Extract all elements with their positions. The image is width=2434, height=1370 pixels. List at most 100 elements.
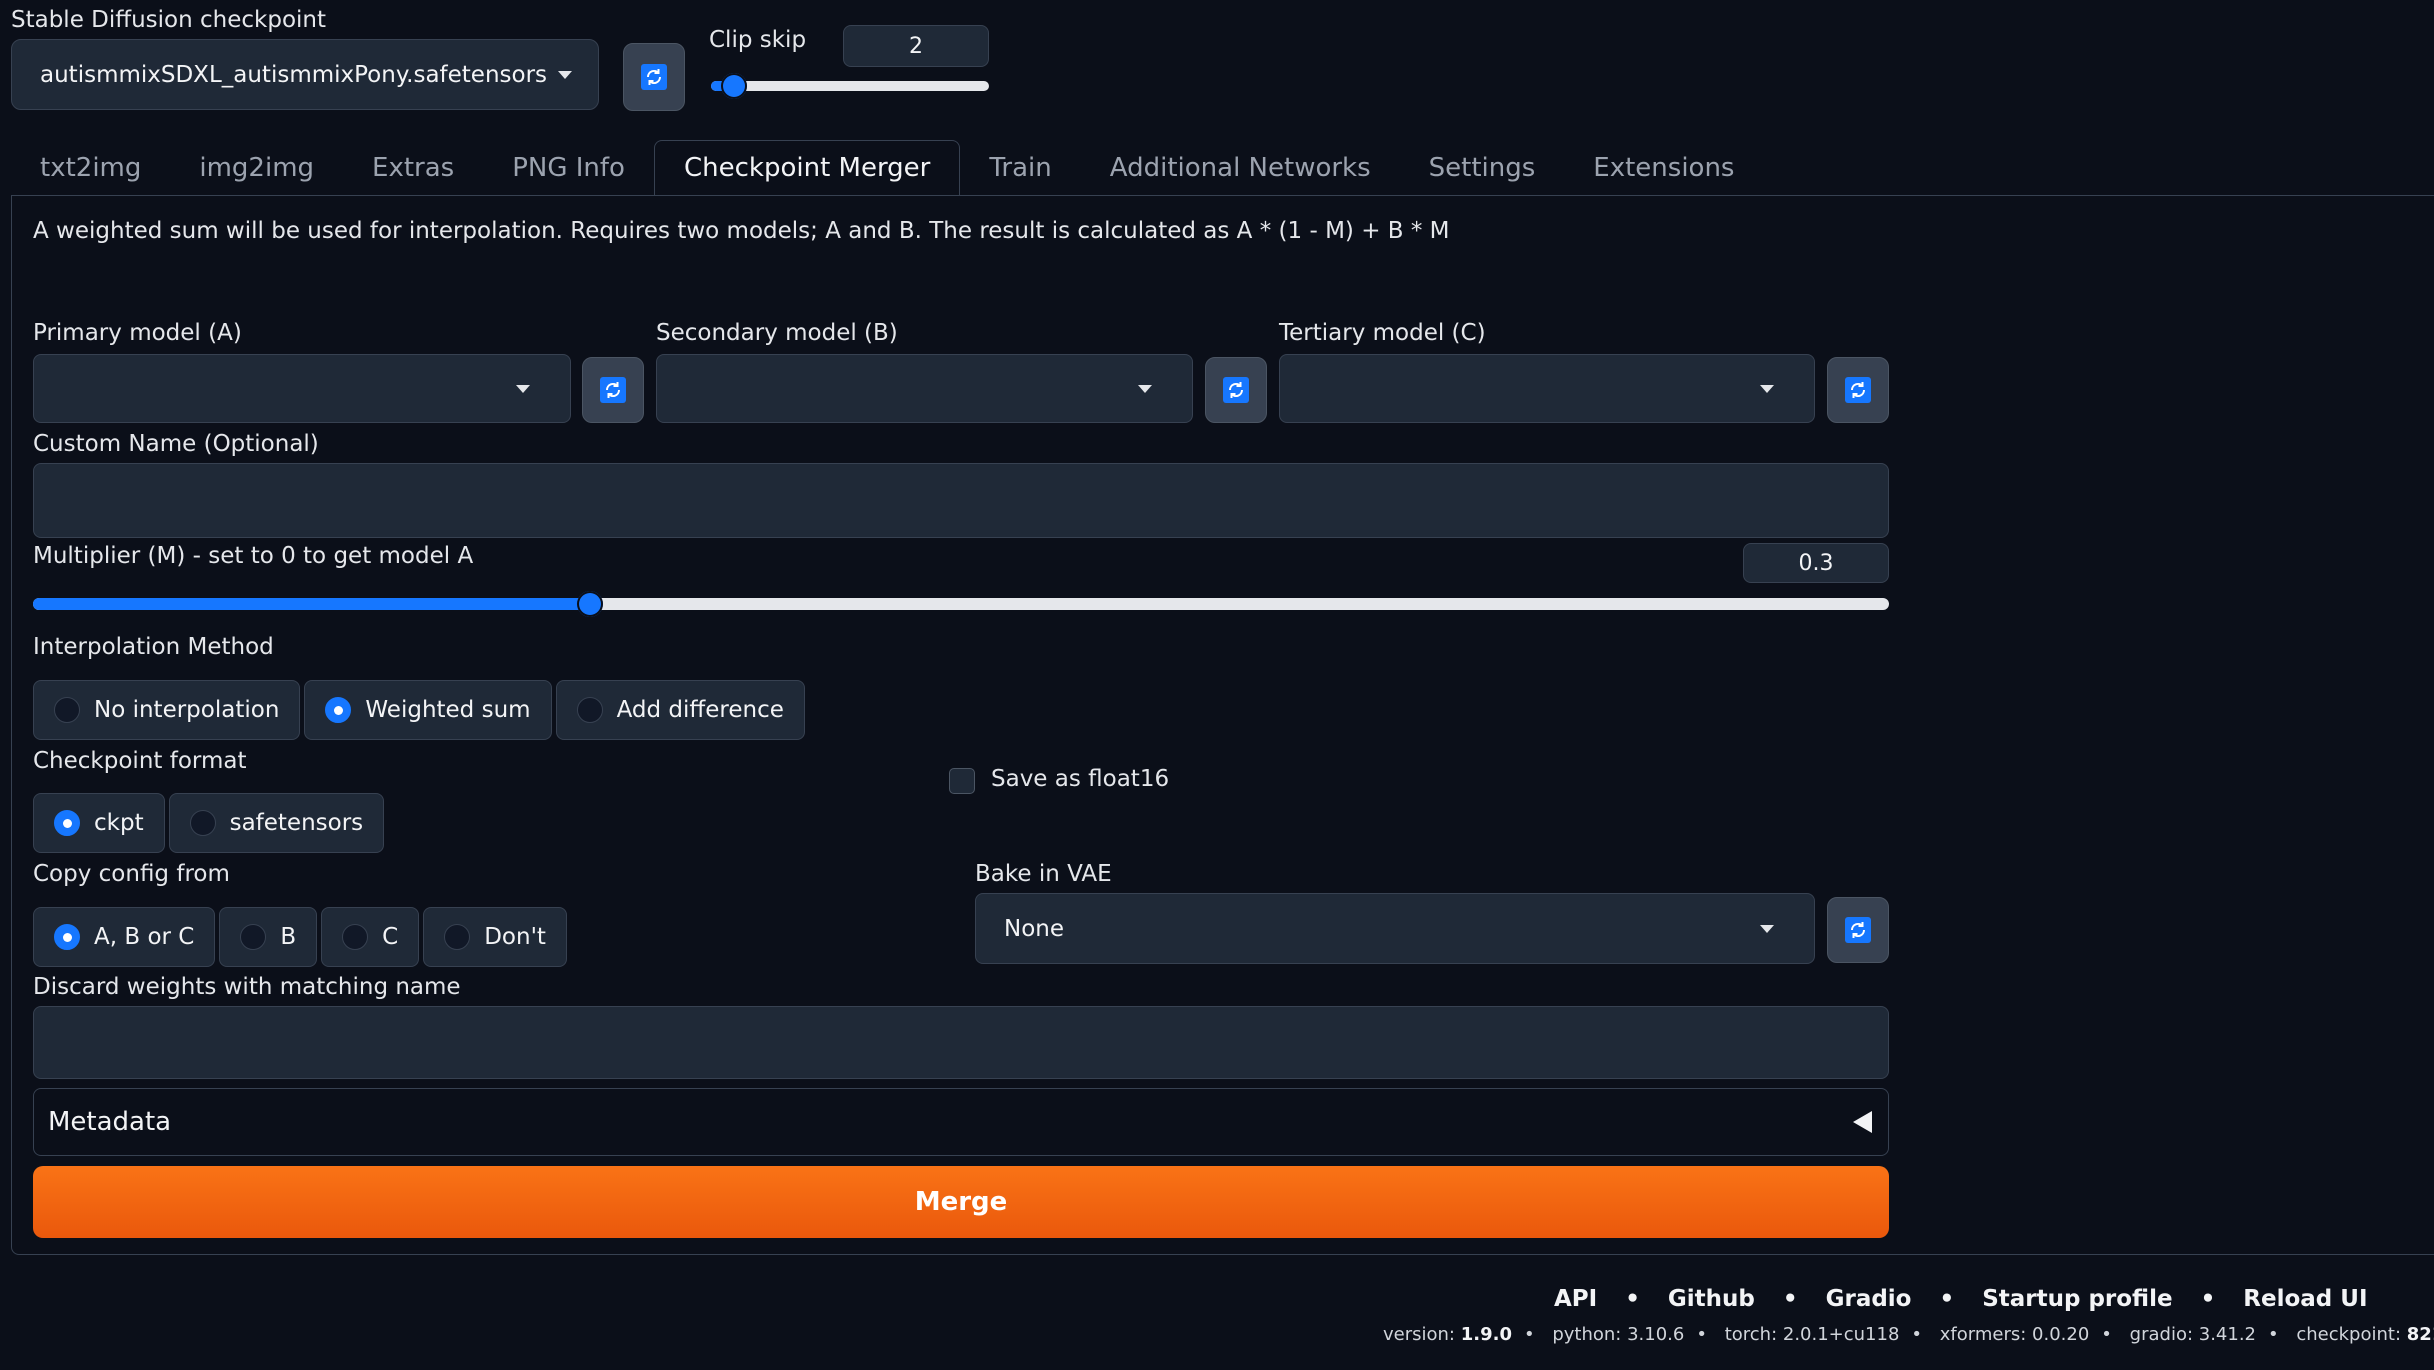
multiplier-fill — [33, 598, 590, 610]
checkpoint-hash-label: checkpoint: — [2296, 1324, 2407, 1345]
version-label: version: — [1383, 1324, 1461, 1345]
torch-version: torch: 2.0.1+cu118 — [1724, 1324, 1900, 1345]
footer-separator: • — [1696, 1324, 1707, 1345]
interp-option-label: No interpolation — [94, 697, 280, 723]
copy-option-label: B — [280, 924, 297, 950]
clip-skip-number[interactable]: 2 — [843, 25, 989, 67]
refresh-tertiary-button[interactable] — [1827, 357, 1889, 423]
refresh-icon — [1845, 377, 1871, 403]
footer-separator: • — [1523, 1324, 1535, 1345]
interp-option-add-difference[interactable]: Add difference — [555, 680, 805, 740]
footer-separator: • — [1939, 1286, 1955, 1312]
footer-link-gradio[interactable]: Gradio — [1826, 1286, 1912, 1312]
radio-dot — [240, 924, 267, 950]
triangle-left-icon — [1853, 1111, 1872, 1133]
tab-extensions[interactable]: Extensions — [1564, 140, 1763, 196]
multiplier-number[interactable]: 0.3 — [1743, 543, 1889, 583]
checkpoint-label: Stable Diffusion checkpoint — [11, 7, 327, 33]
refresh-vae-button[interactable] — [1827, 897, 1889, 963]
tertiary-model-select[interactable] — [1279, 354, 1815, 423]
refresh-icon — [1845, 917, 1871, 943]
refresh-icon — [1223, 377, 1249, 403]
radio-dot — [576, 697, 603, 723]
radio-dot-selected — [54, 924, 80, 950]
radio-dot — [189, 810, 216, 836]
interpolation-group: No interpolation Weighted sum Add differ… — [33, 680, 805, 740]
xformers-version: xformers: 0.0.20 — [1939, 1324, 2090, 1345]
copy-config-group: A, B or C B C Don't — [33, 907, 567, 967]
footer-separator: • — [1911, 1324, 1923, 1345]
copy-option-abc[interactable]: A, B or C — [33, 907, 216, 967]
merge-button[interactable]: Merge — [33, 1166, 1889, 1238]
refresh-primary-button[interactable] — [582, 357, 644, 423]
checkpoint-hash: 821aa5537f — [2406, 1324, 2434, 1345]
clip-skip-thumb[interactable] — [721, 73, 748, 99]
radio-dot — [54, 697, 80, 723]
multiplier-slider[interactable] — [33, 591, 1889, 617]
save-float16-label: Save as float16 — [991, 766, 1170, 792]
chevron-down-icon — [1138, 384, 1152, 393]
chevron-down-icon — [1760, 384, 1774, 393]
clip-skip-slider[interactable] — [711, 73, 989, 99]
save-float16-checkbox[interactable] — [949, 768, 975, 794]
footer-link-reload-ui[interactable]: Reload UI — [2243, 1286, 2367, 1312]
custom-name-input[interactable] — [33, 463, 1889, 538]
tab-png-info[interactable]: PNG Info — [483, 140, 654, 196]
footer-separator: • — [1782, 1286, 1798, 1312]
discard-weights-label: Discard weights with matching name — [33, 974, 461, 1000]
refresh-icon — [641, 64, 667, 90]
custom-name-label: Custom Name (Optional) — [33, 431, 319, 457]
refresh-secondary-button[interactable] — [1205, 357, 1267, 423]
interpolation-label: Interpolation Method — [33, 634, 274, 660]
radio-dot — [342, 924, 369, 950]
format-option-ckpt[interactable]: ckpt — [33, 793, 165, 853]
footer-separator: • — [1625, 1286, 1640, 1312]
copy-option-b[interactable]: B — [219, 907, 318, 967]
chevron-down-icon — [1760, 924, 1774, 933]
footer-separator: • — [2101, 1324, 2112, 1345]
bake-vae-label: Bake in VAE — [975, 861, 1112, 887]
secondary-model-select[interactable] — [656, 354, 1193, 423]
interp-option-weighted-sum[interactable]: Weighted sum — [304, 680, 552, 740]
refresh-checkpoint-button[interactable] — [623, 43, 685, 111]
tab-checkpoint-merger[interactable]: Checkpoint Merger — [653, 140, 961, 196]
tab-bar: txt2img img2img Extras PNG Info Checkpoi… — [11, 140, 1763, 196]
format-option-safetensors[interactable]: safetensors — [168, 793, 385, 853]
radio-dot — [444, 924, 471, 950]
metadata-label: Metadata — [48, 1107, 172, 1137]
footer-separator: • — [2268, 1324, 2279, 1345]
primary-model-select[interactable] — [33, 354, 571, 423]
chevron-down-icon — [516, 384, 530, 393]
footer-link-api[interactable]: API — [1554, 1286, 1597, 1312]
copy-config-label: Copy config from — [33, 861, 230, 887]
primary-model-label: Primary model (A) — [33, 320, 242, 346]
checkpoint-format-label: Checkpoint format — [33, 748, 247, 774]
multiplier-thumb[interactable] — [576, 591, 603, 617]
copy-option-label: C — [382, 924, 399, 950]
multiplier-label: Multiplier (M) - set to 0 to get model A — [33, 543, 474, 569]
metadata-accordion[interactable]: Metadata — [33, 1088, 1889, 1156]
footer-link-github[interactable]: Github — [1668, 1286, 1755, 1312]
copy-option-c[interactable]: C — [321, 907, 420, 967]
interp-option-none[interactable]: No interpolation — [33, 680, 301, 740]
tab-train[interactable]: Train — [960, 140, 1080, 196]
version-value: 1.9.0 — [1460, 1324, 1512, 1345]
footer-versions: version: 1.9.0 • python: 3.10.6 • torch: 2… — [1383, 1324, 2434, 1345]
secondary-model-label: Secondary model (B) — [656, 320, 898, 346]
footer-separator: • — [2200, 1286, 2216, 1312]
bake-vae-select[interactable]: None — [975, 893, 1815, 964]
copy-option-dont[interactable]: Don't — [423, 907, 567, 967]
tab-txt2img[interactable]: txt2img — [11, 140, 170, 196]
format-option-label: safetensors — [229, 810, 364, 836]
footer-link-startup-profile[interactable]: Startup profile — [1982, 1286, 2172, 1312]
discard-weights-input[interactable] — [33, 1006, 1889, 1079]
gradio-version: gradio: 3.41.2 — [2129, 1324, 2256, 1345]
checkpoint-select[interactable]: autismmixSDXL_autismmixPony.safetensors … — [11, 39, 599, 110]
tab-additional-networks[interactable]: Additional Networks — [1081, 140, 1400, 196]
tab-settings[interactable]: Settings — [1400, 140, 1565, 196]
bake-vae-value: None — [1004, 915, 1065, 942]
tab-extras[interactable]: Extras — [343, 140, 483, 196]
refresh-icon — [600, 377, 626, 403]
tab-img2img[interactable]: img2img — [170, 140, 343, 196]
format-option-label: ckpt — [94, 810, 144, 836]
